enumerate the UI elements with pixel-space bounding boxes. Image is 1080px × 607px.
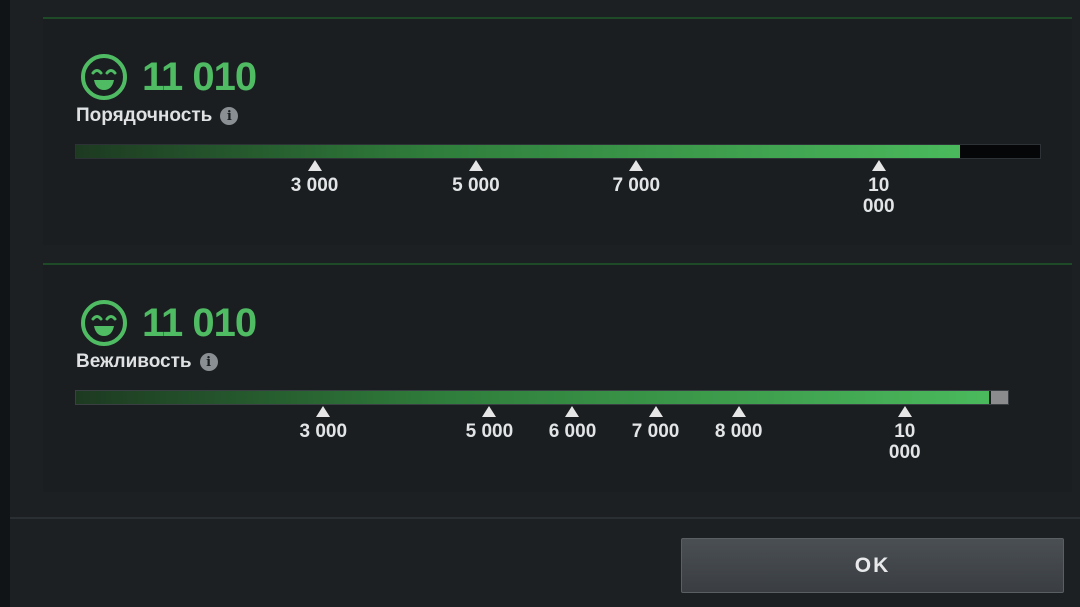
tick-label: 10 000 [862,175,895,217]
tick-marker [629,160,644,171]
metric-label: Порядочность [76,105,213,126]
tick-marker [468,160,483,171]
score-value: 11 010 [142,55,257,99]
tick-marker [648,406,663,417]
label-row: Порядочность i [76,105,239,127]
progress-bar [75,144,1041,159]
ok-button[interactable]: OK [681,538,1064,593]
courtesy-panel: 11 010 Вежливость i 3 000 5 000 6 000 7 000… [43,263,1072,492]
tick-marker [316,406,331,417]
tick-marker [731,406,746,417]
conduct-panel: 11 010 Порядочность i 3 000 5 000 7 000 10 … [43,17,1072,245]
tick-marker [897,406,912,417]
score-value: 11 010 [142,301,257,345]
tick-label: 7 000 [612,175,661,196]
label-row: Вежливость i [76,351,218,373]
score-row: 11 010 [80,299,257,347]
footer-divider [10,517,1080,519]
progress-bar [75,390,1009,405]
tick-label: 7 000 [631,421,680,442]
tick-label: 5 000 [452,175,500,196]
info-icon[interactable]: i [199,353,218,371]
tick-label: 3 000 [290,175,339,196]
smiley-face-icon [81,300,127,346]
progress-fill [76,145,960,158]
score-row: 11 010 [80,53,257,101]
smiley-face-icon [81,54,127,100]
tick-marker [565,406,580,417]
tick-marker [307,160,322,171]
tick-label: 5 000 [465,421,514,442]
window-edge [0,0,10,607]
tick-marker [871,160,886,171]
tick-marker [482,406,497,417]
info-icon[interactable]: i [220,107,239,125]
tick-label: 10 000 [888,421,921,463]
progress-fill [76,391,991,404]
tick-label: 8 000 [714,421,763,442]
metric-label: Вежливость [76,351,192,372]
tick-label: 6 000 [548,421,597,442]
tick-label: 3 000 [299,421,348,442]
